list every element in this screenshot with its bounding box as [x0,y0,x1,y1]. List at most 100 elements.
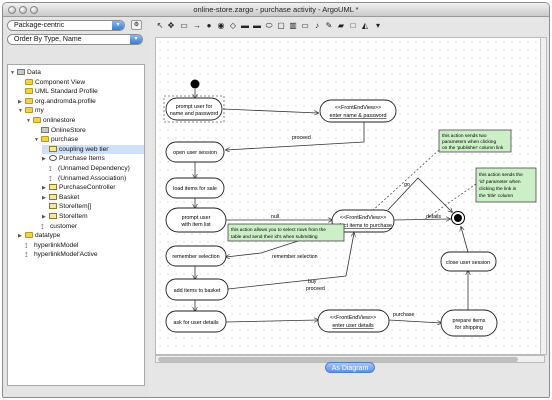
ell-icon [49,155,57,162]
transition-tool-icon[interactable]: → [192,21,202,31]
tree-item-label: UML Standard Profile [35,88,98,96]
tree-item-label: Component View [35,78,86,86]
comment-tool-icon[interactable]: □ [348,21,358,31]
tree-item[interactable]: ⟟ (Unnamed Association) [42,174,144,183]
partition-tool-icon[interactable]: ▥ [288,21,298,31]
tree-item[interactable]: ▼ my [18,106,144,115]
note-tool-icon[interactable]: ▰ [336,21,346,31]
tree-item-label: StoreItem [59,213,88,220]
window-title: online-store.zargo - purchase activity -… [193,5,359,14]
tree-item-label: purchase [51,136,79,144]
tree-item[interactable]: coupling web tier [42,144,144,154]
tree-item[interactable]: ▼ purchase [34,135,144,144]
cls-icon [49,145,57,152]
cls-icon [49,213,57,219]
note-select-rows[interactable]: this action allows you to select rows fr… [227,223,345,242]
transition-label: go [404,182,410,188]
folder-icon [25,107,33,114]
junction-tool-icon[interactable]: ◇ [228,21,238,31]
as-diagram-tab[interactable]: As Diagram [325,362,375,373]
chevron-down-icon: ▾ [112,21,124,30]
call-state-tool-icon[interactable]: ⬭ [264,21,274,31]
close-window-button[interactable] [8,6,16,14]
order-select[interactable]: Order By Type, Name ▾ [7,34,143,45]
tree-item[interactable]: ⟟ (Unnamed Dependency) [42,164,144,173]
tree-item[interactable]: Component View [18,78,144,87]
fork-tool-icon[interactable]: ▬ [240,21,250,31]
tree-item-label: Purchase Items [59,155,105,163]
state-stereotype: <<FrontEndView>> [340,215,386,221]
activity-diagram: prompt user for name and password <<Fron… [163,79,537,337]
diagram-canvas[interactable]: prompt user for name and password <<Fron… [155,37,545,355]
tree-item[interactable]: ▼ Data [10,68,144,77]
note-text: 'id' parameter when [479,179,521,185]
tree-item-label: PurchaseController [59,184,116,192]
vertical-scrollbar[interactable] [540,37,547,355]
join-tool-icon[interactable]: ▬ [252,21,262,31]
disclosure-open-icon[interactable]: ▼ [18,107,25,116]
action-state-tool-icon[interactable]: ▭ [179,21,189,31]
object-flow-tool-icon[interactable]: ▢ [276,21,286,31]
transition-label: purchase [393,312,414,318]
tree-item-label: Basket [59,193,80,201]
tree-item-label: (Unnamed Association) [58,174,127,182]
state-label: name and password [170,111,219,117]
tree-item[interactable]: ⟟ customer [34,222,144,231]
perspective-select[interactable]: Package-centric ▾ [7,20,125,31]
tree-item[interactable]: ▶ datatype [18,231,144,240]
tree-item[interactable]: UML Standard Profile [18,87,144,96]
state-label: enter user details [332,323,374,329]
initial-state-tool-icon[interactable]: ● [204,21,214,31]
select-tool-icon[interactable]: ↖ [155,21,165,31]
tree-item[interactable]: OnlineStore [34,126,144,135]
tree-item[interactable]: ▶ PurchaseController [42,183,144,192]
state-label: ask for user details [173,320,219,326]
note-text: on the 'publisher' column link [442,145,504,151]
tree-item-label: my [35,107,44,115]
folder-icon [25,232,33,239]
more-tools-chevron-icon[interactable]: ▾ [373,21,383,31]
tree-item-label: onlinestore [43,117,76,124]
fill-color-icon[interactable]: ◭ [360,21,370,31]
disclosure-open-icon[interactable]: ▼ [34,136,41,145]
folder-icon [25,78,33,85]
note-title-id[interactable]: this action sends the 'id' parameter whe… [475,167,537,203]
disclosure-open-icon[interactable]: ▼ [10,69,17,78]
pin-icon: ⟟ [25,252,28,260]
order-value: Order By Type, Name [14,36,82,43]
tree-item[interactable]: ⟟ hyperlinkModel'Active [18,250,144,259]
signal-tool-icon[interactable]: ♪ [312,21,322,31]
note-publisher[interactable]: this action sends two parameters when cl… [438,129,512,153]
state-label: prompt user [182,215,211,221]
tree-item[interactable]: ▶ StoreItem [42,212,144,221]
tree-item[interactable]: ⟟ hyperlinkModel [18,241,144,250]
tree-item[interactable]: ▶ Basket [42,193,144,202]
transitions [195,89,468,323]
note-text: parameters when clicking [442,139,496,145]
disclosure-open-icon[interactable]: ▼ [26,117,33,126]
state-label: with item list [180,222,211,228]
tree-item[interactable]: ▶ org.andromda.profile [18,97,144,106]
transition-label: null [271,214,279,220]
state-label: open user session [173,150,217,156]
transition-label: proceed [292,135,311,141]
tree-item[interactable]: ▼ onlinestore [26,116,144,125]
tree-item-label: hyperlinkModel [34,241,79,249]
broom-tool-icon[interactable]: ✥ [166,21,176,31]
tree-item[interactable]: StoreItem[] [42,202,144,211]
note-text: this action sends two [442,133,487,139]
minimize-window-button[interactable] [19,6,27,14]
title-bar: online-store.zargo - purchase activity -… [3,3,549,17]
diagram-toolbar: ↖ ✥ ▭ → ● ◉ ◇ ▬ ▬ ⬭ ▢ ▥ ▭ ♪ ✎ ▰ □ ◭ ▾ [149,17,549,35]
rectangle-tool-icon[interactable]: ▭ [300,21,310,31]
perspective-value: Package-centric [14,22,65,29]
zoom-window-button[interactable] [30,6,38,14]
text-tool-icon[interactable]: ✎ [324,21,334,31]
note-text: this action allows you to select rows fr… [231,227,326,233]
state-label: close user session [446,260,490,266]
final-state-tool-icon[interactable]: ◉ [216,21,226,31]
initial-state-node[interactable] [190,79,200,89]
configure-perspectives-button[interactable]: ⚙ [131,20,142,30]
tree-item[interactable]: ▶ Purchase Items [42,154,144,163]
explorer-tree[interactable]: ▼ Data Component View UML Standard Profile ▶… [7,64,145,386]
